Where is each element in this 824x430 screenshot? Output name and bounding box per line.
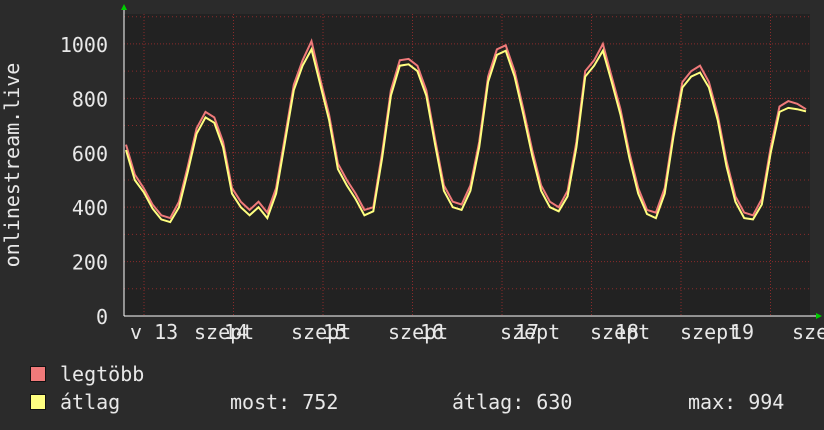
stat-current: most: 752 [230, 390, 339, 414]
legend-swatch-avg [30, 394, 46, 410]
y-tick-label: 0 [96, 305, 108, 329]
stat-average: átlag: 630 [452, 390, 573, 414]
stat-maximum: max: 994 [688, 390, 785, 414]
x-tick-label: 17 [515, 320, 539, 344]
x-tick-label: 18 [615, 320, 639, 344]
x-tick-label: 15 [323, 320, 347, 344]
y-tick-label: 600 [72, 142, 108, 166]
legend-item-max: legtöbb [30, 363, 144, 385]
y-axis-arrow [121, 4, 127, 10]
y-tick-label: 200 [72, 251, 108, 275]
x-tick-label: v 13 [130, 320, 178, 344]
x-tick-label: sze [792, 320, 824, 344]
legend-item-avg: átlag [30, 391, 120, 413]
x-tick-label: 19 [730, 320, 754, 344]
y-tick-label: 400 [72, 196, 108, 220]
x-tick-label: 14 [224, 320, 248, 344]
y-tick-label: 1000 [60, 33, 108, 57]
y-tick-label: 800 [72, 87, 108, 111]
legend-label-avg: átlag [60, 390, 121, 414]
legend-label-max: legtöbb [60, 362, 145, 386]
x-axis-arrow [816, 313, 822, 319]
y-axis-label: onlinestream.live [0, 63, 24, 268]
legend-swatch-max [30, 366, 46, 382]
x-tick-label: 16 [420, 320, 444, 344]
